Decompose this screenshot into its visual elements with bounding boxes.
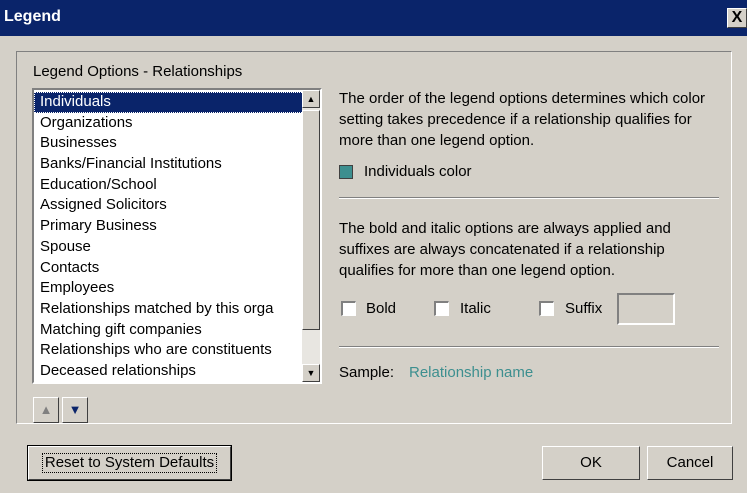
scroll-up-button[interactable]: ▲ xyxy=(302,90,320,108)
list-item[interactable]: Individuals xyxy=(34,92,304,113)
list-item[interactable]: Relationships matched by this orga xyxy=(34,299,304,320)
cancel-button[interactable]: Cancel xyxy=(647,446,733,480)
legend-options-listbox[interactable]: Individuals Organizations Businesses Banks/… xyxy=(32,88,322,384)
italic-label: Italic xyxy=(460,300,491,317)
scroll-thumb[interactable] xyxy=(302,110,320,330)
list-item[interactable]: Assigned Solicitors xyxy=(34,195,304,216)
list-item[interactable]: Employees xyxy=(34,278,304,299)
cancel-label: Cancel xyxy=(666,454,714,471)
list-item[interactable]: Deceased relationships xyxy=(34,361,304,382)
arrow-down-icon: ▼ xyxy=(68,402,82,417)
color-label: Individuals color xyxy=(364,163,472,180)
arrow-up-icon: ▲ xyxy=(39,402,53,417)
list-item[interactable]: Businesses xyxy=(34,133,304,154)
list-item[interactable]: Primary Business xyxy=(34,216,304,237)
divider xyxy=(339,197,719,199)
order-description: The order of the legend options determin… xyxy=(339,90,706,149)
group-label: Legend Options - Relationships xyxy=(33,63,243,80)
bold-checkbox[interactable] xyxy=(341,301,356,316)
list-items: Individuals Organizations Businesses Banks/… xyxy=(34,92,304,382)
move-up-button[interactable]: ▲ xyxy=(33,397,59,423)
sample-label: Sample: xyxy=(339,364,395,381)
list-item[interactable]: Spouse xyxy=(34,237,304,258)
ok-button[interactable]: OK xyxy=(542,446,640,480)
list-item[interactable]: Relationships who are constituents xyxy=(34,340,304,361)
italic-checkbox[interactable] xyxy=(434,301,449,316)
vertical-scrollbar[interactable]: ▲ ▼ xyxy=(302,90,320,382)
suffix-checkbox[interactable] xyxy=(539,301,554,316)
close-icon: X xyxy=(731,9,743,26)
chevron-up-icon: ▲ xyxy=(306,94,316,104)
bold-label: Bold xyxy=(366,300,397,317)
list-item[interactable]: Matching gift companies xyxy=(34,320,304,341)
reset-defaults-label: Reset to System Defaults xyxy=(41,453,218,473)
bold-italic-description: The bold and italic options are always a… xyxy=(339,220,671,279)
list-item[interactable]: Education/School xyxy=(34,175,304,196)
close-button[interactable]: X xyxy=(727,8,747,28)
suffix-input[interactable] xyxy=(617,293,675,325)
ok-label: OK xyxy=(580,454,602,471)
move-down-button[interactable]: ▼ xyxy=(62,397,88,423)
reset-defaults-button[interactable]: Reset to System Defaults xyxy=(27,445,232,481)
list-item[interactable]: Contacts xyxy=(34,258,304,279)
divider xyxy=(339,346,719,348)
color-swatch[interactable] xyxy=(339,165,353,179)
list-item[interactable]: Organizations xyxy=(34,113,304,134)
chevron-down-icon: ▼ xyxy=(306,368,316,378)
list-item[interactable]: Banks/Financial Institutions xyxy=(34,154,304,175)
title-bar: Legend X xyxy=(0,0,747,36)
scroll-down-button[interactable]: ▼ xyxy=(302,364,320,382)
sample-value: Relationship name xyxy=(409,364,534,381)
window-title: Legend xyxy=(4,8,61,25)
suffix-label: Suffix xyxy=(565,300,603,317)
